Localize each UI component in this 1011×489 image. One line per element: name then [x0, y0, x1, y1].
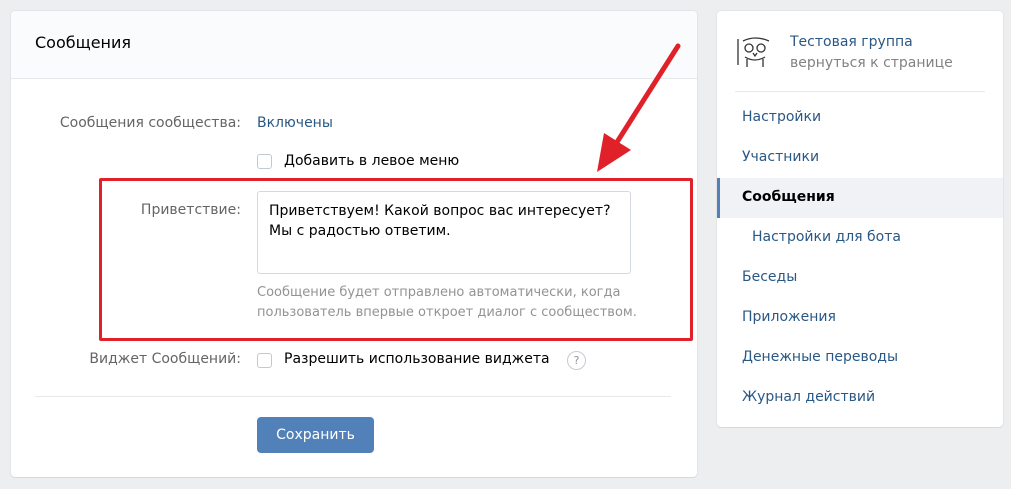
left-menu-checkbox[interactable]	[257, 154, 272, 169]
card-header: Сообщения	[11, 11, 697, 79]
group-name-link[interactable]: Тестовая группа	[790, 34, 913, 50]
sidebar-item-bot-settings[interactable]: Настройки для бота	[717, 218, 1003, 258]
sidebar-item-label: Настройки	[742, 109, 822, 125]
left-menu-checkbox-label[interactable]: Добавить в левое меню	[284, 153, 459, 169]
sidebar-item-label: Денежные переводы	[742, 349, 899, 365]
divider	[35, 396, 671, 397]
sidebar-item-label: Беседы	[742, 269, 798, 285]
sidebar-card: Тестовая группа вернуться к странице Нас…	[717, 11, 1003, 427]
sidebar-item-label: Участники	[742, 149, 820, 165]
sidebar-item-money-transfers[interactable]: Денежные переводы	[717, 338, 1003, 378]
messages-label: Сообщения сообщества:	[59, 115, 241, 131]
widget-checkbox[interactable]	[257, 353, 272, 368]
messages-status-link[interactable]: Включены	[257, 115, 333, 131]
sidebar-item-settings[interactable]: Настройки	[717, 98, 1003, 138]
sidebar-item-messages[interactable]: Сообщения	[717, 178, 1003, 218]
sidebar-item-chats[interactable]: Беседы	[717, 258, 1003, 298]
sidebar-item-members[interactable]: Участники	[717, 138, 1003, 178]
sidebar-item-label: Настройки для бота	[752, 229, 901, 245]
messages-settings-card: Сообщения Сообщения сообщества: Включены…	[11, 11, 697, 477]
save-button[interactable]: Сохранить	[257, 417, 374, 453]
annotation-highlight-box	[99, 178, 693, 341]
widget-label: Виджет Сообщений:	[89, 351, 241, 367]
page-title: Сообщения	[35, 33, 132, 52]
sidebar-item-action-log[interactable]: Журнал действий	[717, 378, 1003, 418]
group-avatar-icon[interactable]	[735, 33, 775, 73]
back-to-page-link[interactable]: вернуться к странице	[790, 55, 953, 71]
sidebar-item-label: Сообщения	[742, 189, 835, 205]
sidebar-item-label: Журнал действий	[742, 389, 876, 405]
widget-checkbox-label[interactable]: Разрешить использование виджета	[284, 351, 550, 367]
sidebar-divider	[735, 91, 985, 92]
sidebar-item-apps[interactable]: Приложения	[717, 298, 1003, 338]
question-icon[interactable]: ?	[567, 351, 586, 370]
sidebar-item-label: Приложения	[742, 309, 836, 325]
